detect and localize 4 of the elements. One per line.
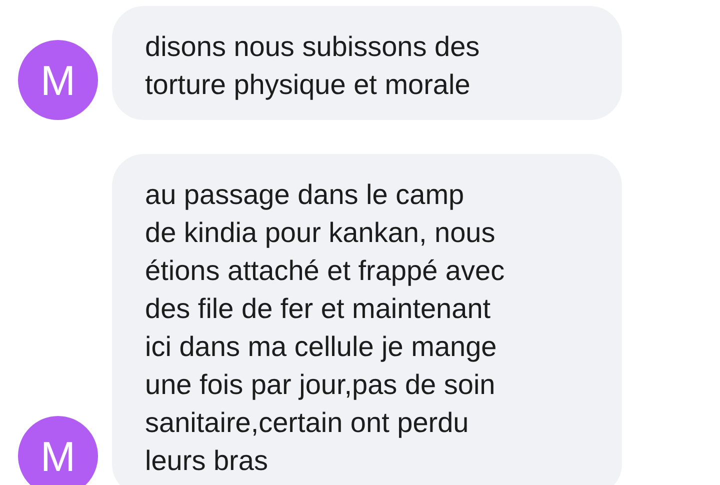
message-bubble: disons nous subissons des torture physique et morale: [112, 6, 622, 120]
message-bubble: au passage dans le camp de kindia pour kankan, nous étions attaché et frappé avec des file de fer et maintenant ici dans ma cellule je mange une fois par jour,pas de soin sanitaire,certain ont perdu leurs bras: [112, 154, 622, 485]
avatar: M: [18, 40, 98, 120]
avatar: M: [18, 416, 98, 485]
